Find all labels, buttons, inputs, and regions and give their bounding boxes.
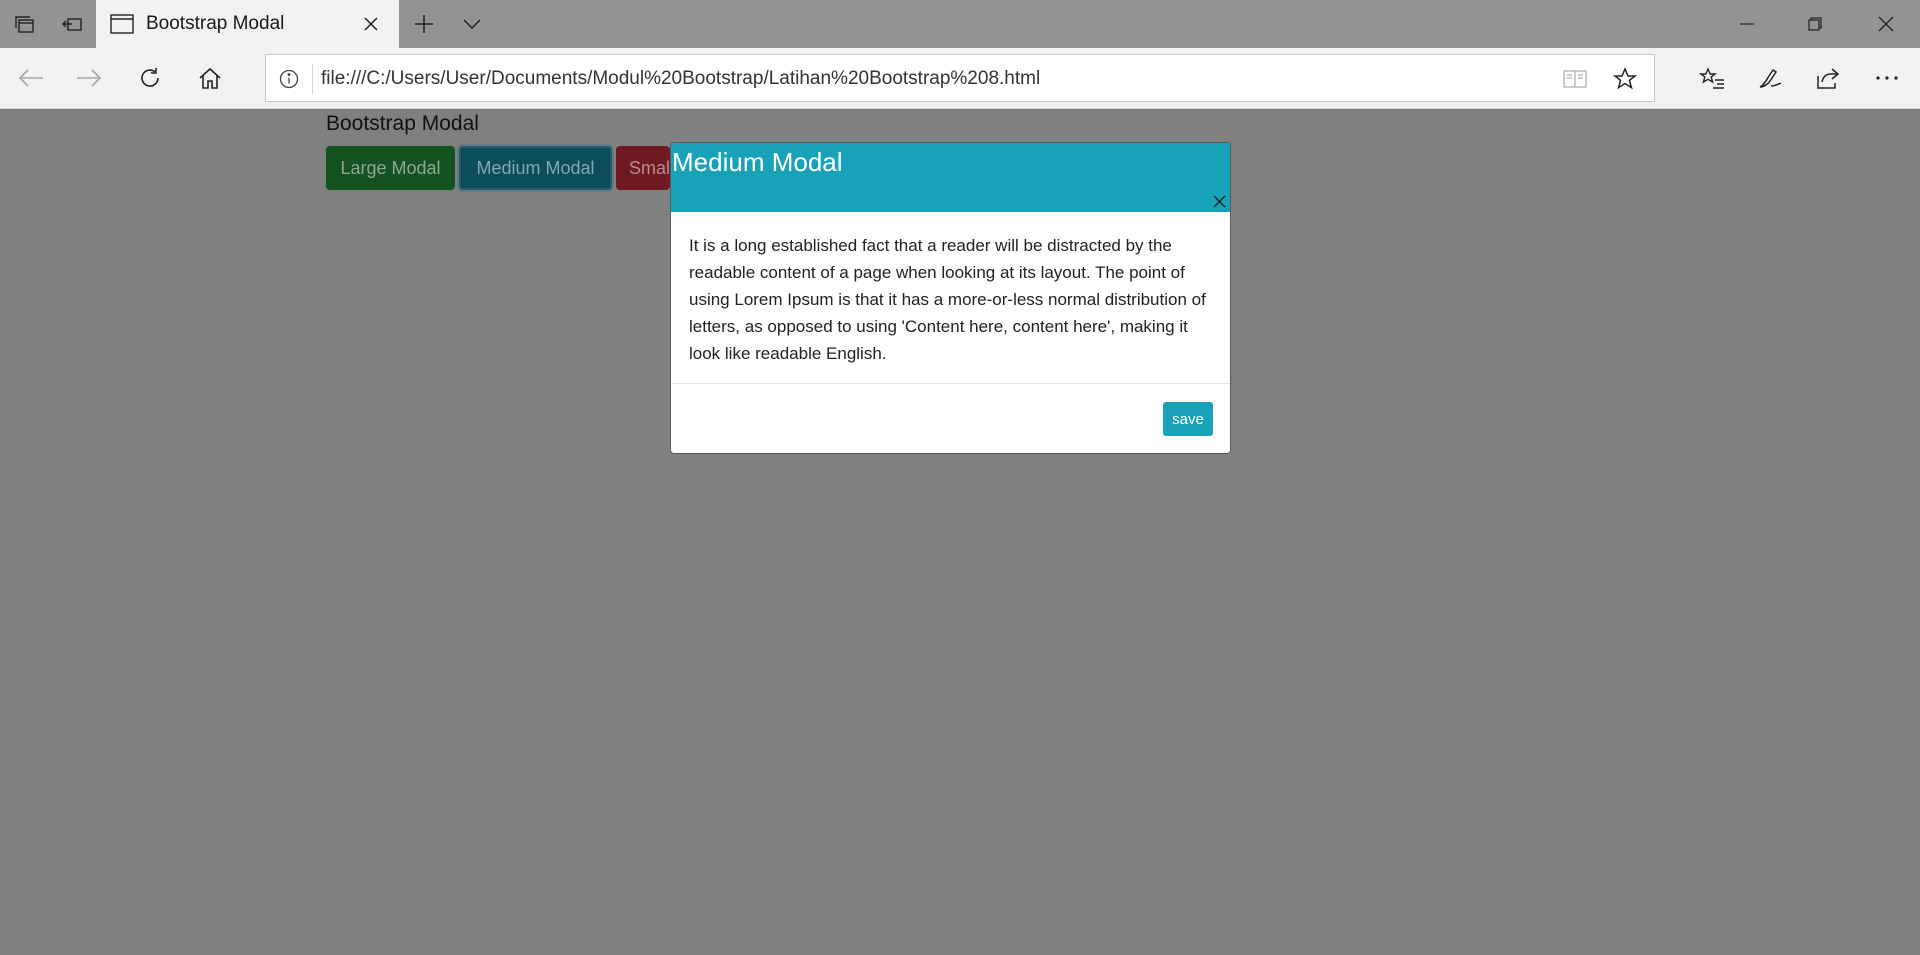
medium-modal-dialog: Medium Modal It is a long established fa…	[670, 142, 1231, 454]
modal-close-button[interactable]	[1210, 192, 1228, 210]
small-modal-button[interactable]: Smal	[616, 146, 670, 190]
more-button[interactable]	[1863, 55, 1911, 101]
home-icon	[199, 67, 221, 89]
set-aside-tabs-icon	[62, 18, 82, 31]
modal-body: It is a long established fact that a rea…	[671, 212, 1230, 453]
address-bar[interactable]: file:///C:/Users/User/Documents/Modul%20…	[265, 54, 1655, 102]
tab-title: Bootstrap Modal	[146, 13, 285, 34]
close-icon	[364, 17, 378, 31]
medium-modal-button[interactable]: Medium Modal	[459, 146, 612, 190]
page-title: Bootstrap Modal	[326, 112, 479, 135]
add-favorite-button[interactable]	[1610, 64, 1640, 94]
active-tab[interactable]: Bootstrap Modal	[96, 0, 399, 48]
page-icon	[110, 14, 134, 34]
url-text[interactable]: file:///C:/Users/User/Documents/Modul%20…	[321, 68, 1040, 90]
close-window-button[interactable]	[1852, 0, 1920, 48]
back-button[interactable]	[7, 55, 55, 101]
favorites-hub-button[interactable]	[1688, 55, 1736, 101]
pen-icon	[1759, 68, 1782, 88]
share-button[interactable]	[1804, 55, 1852, 101]
refresh-icon	[141, 68, 159, 87]
large-modal-button[interactable]: Large Modal	[326, 146, 455, 190]
close-tab-button[interactable]	[359, 12, 383, 36]
info-icon	[279, 69, 299, 89]
share-icon	[1817, 68, 1840, 89]
tab-preview-button[interactable]	[0, 0, 48, 48]
close-icon	[1213, 195, 1225, 207]
reading-view-icon	[1563, 70, 1587, 88]
chevron-down-icon	[463, 19, 481, 30]
browser-toolbar: file:///C:/Users/User/Documents/Modul%20…	[0, 48, 1920, 109]
address-separator	[312, 64, 313, 94]
browser-title-bar: Bootstrap Modal	[0, 0, 1920, 48]
tab-list-button[interactable]	[448, 0, 496, 48]
site-info-button[interactable]	[276, 66, 302, 92]
favorites-list-icon	[1699, 67, 1724, 89]
set-aside-tabs-button[interactable]	[48, 0, 96, 48]
modal-body-text: It is a long established fact that a rea…	[689, 236, 1206, 363]
back-arrow-icon	[18, 69, 43, 87]
reading-view-button[interactable]	[1560, 64, 1590, 94]
home-button[interactable]	[186, 55, 234, 101]
close-window-icon	[1878, 16, 1894, 32]
minimize-button[interactable]	[1713, 0, 1781, 48]
minimize-icon	[1740, 23, 1754, 25]
more-icon	[1876, 76, 1898, 80]
refresh-button[interactable]	[126, 55, 174, 101]
modal-title: Medium Modal	[672, 147, 843, 177]
notes-button[interactable]	[1746, 55, 1794, 101]
restore-icon	[1808, 17, 1822, 31]
tab-preview-icon	[15, 16, 34, 33]
modal-footer-divider	[671, 383, 1230, 384]
restore-button[interactable]	[1781, 0, 1849, 48]
forward-button[interactable]	[65, 55, 113, 101]
forward-arrow-icon	[77, 69, 102, 87]
star-icon	[1613, 67, 1637, 90]
new-tab-button[interactable]	[400, 0, 448, 48]
plus-icon	[415, 15, 433, 33]
modal-header: Medium Modal	[671, 143, 1230, 212]
save-button[interactable]: save	[1163, 402, 1213, 436]
